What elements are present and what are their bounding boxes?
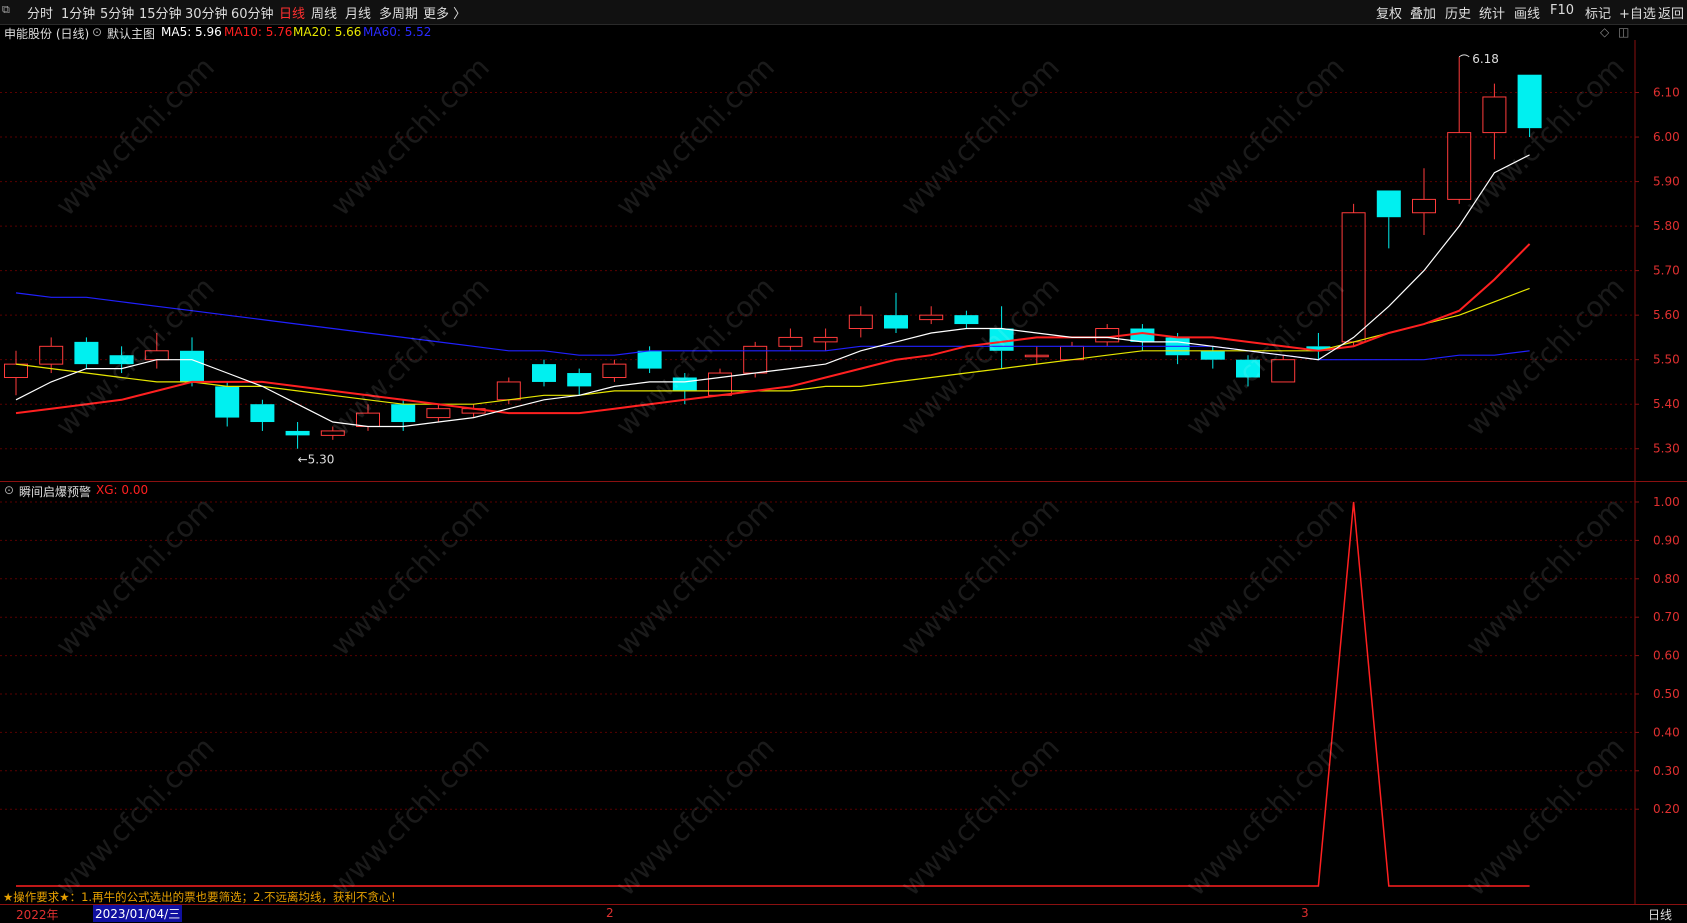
add-watchlist-button[interactable]: +自选 — [1619, 3, 1656, 22]
overlay-button[interactable]: 叠加 — [1410, 3, 1436, 22]
candle[interactable] — [778, 328, 803, 351]
candle[interactable] — [1095, 324, 1120, 347]
price-tick-label: 5.80 — [1653, 219, 1680, 233]
tab-multi-period[interactable]: 多周期 — [379, 3, 418, 22]
indicator-tick-label: 0.20 — [1653, 802, 1680, 816]
tab-daily[interactable]: 日线 — [279, 3, 305, 22]
indicator-tick-label: 0.50 — [1653, 687, 1680, 701]
candle[interactable] — [884, 292, 908, 333]
candlestick-chart[interactable]: 6.18 ←5.30 — [0, 40, 1687, 481]
candle[interactable] — [567, 368, 592, 396]
tab-30min[interactable]: 30分钟 — [185, 3, 228, 22]
f10-button[interactable]: F10 — [1550, 3, 1574, 18]
tab-60min[interactable]: 60分钟 — [231, 3, 274, 22]
tab-monthly[interactable]: 月线 — [345, 3, 371, 22]
ma10-line — [15, 243, 1531, 415]
template-dropdown-icon[interactable]: ⊙ — [92, 25, 102, 39]
price-tick-label: 6.10 — [1653, 86, 1680, 100]
ma5-label: MA5: 5.96 — [161, 25, 222, 39]
price-tick-label: 5.60 — [1653, 308, 1680, 322]
ma5-line — [15, 154, 1530, 428]
price-axis: 6.10 6.00 5.90 5.80 5.70 5.60 5.50 5.40 5.30 — [1634, 40, 1680, 481]
candle[interactable] — [813, 328, 838, 351]
candle[interactable] — [1306, 332, 1331, 360]
ma20-label: MA20: 5.66 — [293, 25, 362, 39]
candle[interactable] — [1412, 168, 1436, 236]
indicator-tick-label: 0.90 — [1653, 533, 1680, 547]
price-tick-label: 5.50 — [1653, 353, 1680, 367]
candle[interactable] — [426, 404, 451, 423]
ma10-label: MA10: 5.76 — [224, 25, 293, 39]
indicator-tick-label: 0.40 — [1653, 725, 1680, 739]
candle[interactable] — [215, 381, 240, 427]
candle[interactable] — [1236, 355, 1260, 387]
candle[interactable] — [250, 399, 275, 431]
price-tick-label: 6.00 — [1653, 130, 1680, 144]
indicator-chart[interactable] — [0, 482, 1687, 904]
ma60-label: MA60: 5.52 — [363, 25, 432, 39]
price-tick-label: 5.30 — [1653, 442, 1680, 456]
month-tick-2: 2 — [606, 906, 614, 920]
restore-icon[interactable]: ⧉ — [2, 3, 10, 17]
candle[interactable] — [532, 359, 556, 387]
price-tick-label: 5.90 — [1653, 175, 1680, 189]
adjust-button[interactable]: 复权 — [1376, 3, 1402, 22]
diamond-icon[interactable]: ◇ — [1600, 25, 1609, 39]
history-button[interactable]: 历史 — [1445, 3, 1471, 22]
indicator-tick-label: 0.60 — [1653, 649, 1680, 663]
candle[interactable] — [1376, 190, 1401, 249]
tab-timeshare[interactable]: 分时 — [27, 3, 53, 22]
period-toolbar: ⧉ 分时 1分钟 5分钟 15分钟 30分钟 60分钟 日线 周线 月线 多周期… — [0, 0, 1687, 25]
tab-5min[interactable]: 5分钟 — [100, 3, 134, 22]
indicator-tick-label: 0.70 — [1653, 610, 1680, 624]
price-tick-label: 5.70 — [1653, 264, 1680, 278]
ma20-line — [15, 287, 1530, 405]
candle[interactable] — [1200, 346, 1225, 369]
candle[interactable] — [1271, 355, 1296, 383]
candle[interactable] — [1060, 341, 1084, 361]
candle[interactable] — [1482, 83, 1507, 160]
more-menu[interactable]: 更多 〉 — [423, 3, 466, 22]
low-marker: ←5.30 — [298, 453, 335, 467]
candle[interactable] — [602, 359, 627, 382]
panel-toggle-icon[interactable]: ◫ — [1618, 25, 1629, 39]
candle[interactable] — [285, 422, 310, 449]
candle[interactable] — [1517, 74, 1542, 138]
candle[interactable] — [1024, 346, 1049, 365]
candle[interactable] — [1341, 203, 1366, 347]
candle[interactable] — [919, 306, 944, 325]
tab-weekly[interactable]: 周线 — [311, 3, 337, 22]
indicator-tick-label: 0.80 — [1653, 572, 1680, 586]
date-axis: 2022年 2023/01/04/三 2 3 日线 — [0, 904, 1687, 922]
operation-note: ★操作要求★：1.再牛的公式选出的票也要筛选；2.不远离均线，获利不贪心！ — [3, 890, 403, 904]
period-label: 日线 — [1648, 908, 1673, 922]
indicator-tick-label: 0.30 — [1653, 764, 1680, 778]
price-tick-label: 5.40 — [1653, 397, 1680, 411]
xg-line — [16, 501, 1530, 887]
candle[interactable] — [144, 332, 169, 369]
year-label: 2022年 — [16, 908, 59, 922]
month-tick-3: 3 — [1301, 906, 1309, 920]
indicator-axis: 1.00 0.90 0.80 0.70 0.60 0.50 0.40 0.30 0.20 — [1634, 482, 1680, 904]
candle[interactable] — [74, 337, 99, 369]
high-marker: 6.18 — [1472, 52, 1499, 66]
draw-button[interactable]: 画线 — [1514, 3, 1540, 22]
tab-15min[interactable]: 15分钟 — [139, 3, 182, 22]
candle[interactable] — [320, 426, 345, 440]
cursor-date: 2023/01/04/三 — [93, 905, 183, 922]
stats-button[interactable]: 统计 — [1479, 3, 1505, 22]
mark-button[interactable]: 标记 — [1585, 3, 1611, 22]
back-button[interactable]: 返回 — [1658, 3, 1684, 22]
indicator-tick-label: 1.00 — [1653, 495, 1680, 509]
candle[interactable] — [954, 310, 979, 329]
candle[interactable] — [4, 350, 28, 396]
candle[interactable] — [180, 337, 204, 387]
tab-1min[interactable]: 1分钟 — [61, 3, 95, 22]
candle[interactable] — [848, 306, 873, 338]
